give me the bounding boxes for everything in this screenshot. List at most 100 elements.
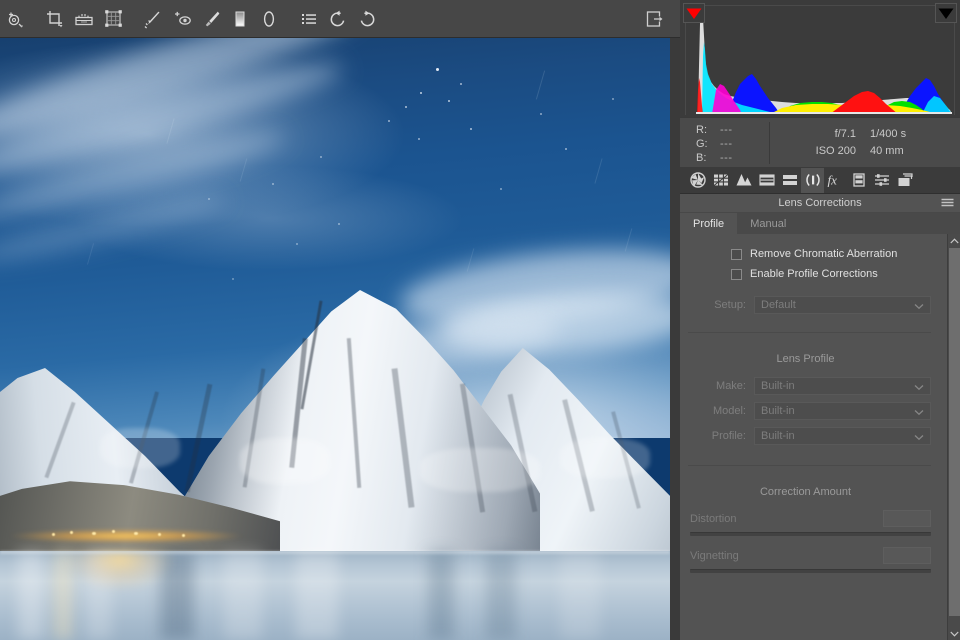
tab-tone-curve[interactable] [709, 168, 732, 193]
chevron-down-icon [914, 407, 924, 419]
profile-label: Profile: [680, 430, 754, 442]
setup-row[interactable]: Setup: Default [680, 296, 947, 314]
zoom-tool-button[interactable] [0, 5, 29, 33]
panel-subtabs: Profile Manual [680, 213, 960, 234]
profile-value: Built-in [761, 430, 795, 442]
subtab-manual[interactable]: Manual [737, 213, 799, 234]
rotate-cw-tool-button[interactable] [352, 5, 381, 33]
distortion-slider-block[interactable]: Distortion [680, 510, 947, 536]
vignetting-slider-block[interactable]: Vignetting [680, 547, 947, 573]
histogram-panel [680, 0, 960, 117]
distortion-slider-track[interactable] [690, 532, 931, 536]
hamburger-menu-icon [941, 197, 954, 209]
vignetting-slider-head: Vignetting [690, 547, 931, 564]
rgb-readout: R:--- G:--- B:--- [680, 122, 770, 164]
profile-select[interactable]: Built-in [754, 427, 931, 445]
tab-lens-corrections[interactable] [801, 168, 824, 193]
remove-chromatic-aberration-label: Remove Chromatic Aberration [750, 248, 897, 260]
healing-brush-icon [143, 9, 163, 29]
subtab-profile[interactable]: Profile [680, 213, 737, 234]
red-eye-icon [172, 9, 192, 29]
panel-menu-button[interactable] [941, 197, 954, 212]
make-value: Built-in [761, 380, 795, 392]
aperture-icon [690, 172, 706, 188]
distortion-value-field[interactable] [883, 510, 931, 527]
enable-profile-corrections-checkbox[interactable] [731, 269, 742, 280]
chevron-down-icon [950, 631, 959, 637]
split-toning-icon [782, 172, 798, 188]
brush-icon [201, 9, 221, 29]
tab-presets[interactable] [870, 168, 893, 193]
histogram-plot [686, 6, 954, 114]
chevron-down-icon [914, 432, 924, 444]
tone-curve-grid-icon [713, 172, 729, 188]
vignetting-slider-track[interactable] [690, 569, 931, 573]
rotate-ccw-tool-button[interactable] [323, 5, 352, 33]
image-canvas-area[interactable] [0, 38, 680, 640]
zoom-icon [5, 9, 25, 29]
scroll-up-button[interactable] [948, 234, 960, 247]
redeye-tool-button[interactable] [167, 5, 196, 33]
exif-line-2: ISO 200 40 mm [770, 143, 954, 160]
profile-row[interactable]: Profile: Built-in [680, 427, 947, 445]
tab-split-toning[interactable] [778, 168, 801, 193]
rgb-row-g: G:--- [696, 137, 769, 151]
tab-camera-calibration[interactable] [847, 168, 870, 193]
toolbar-gap-3 [283, 18, 294, 19]
right-panel: R:--- G:--- B:--- f/7.1 1/400 s ISO 200 … [680, 0, 960, 640]
model-select[interactable]: Built-in [754, 402, 931, 420]
rgb-label-b: B: [696, 151, 720, 165]
straighten-tool-button[interactable] [69, 5, 98, 33]
shadow-clipping-indicator[interactable] [683, 3, 705, 23]
exif-aperture: f/7.1 [804, 126, 856, 143]
rgb-row-b: B:--- [696, 151, 769, 165]
divider-lens-profile [688, 332, 931, 333]
make-select[interactable]: Built-in [754, 377, 931, 395]
setup-label: Setup: [680, 299, 754, 311]
hsl-bars-icon [759, 172, 775, 188]
village-lights [0, 525, 300, 547]
remove-chromatic-aberration-row[interactable]: Remove Chromatic Aberration [731, 248, 947, 260]
make-row[interactable]: Make: Built-in [680, 377, 947, 395]
fullscreen-icon [645, 9, 665, 29]
rgb-value-b: --- [720, 151, 733, 165]
highlight-clipping-triangle-icon [938, 8, 954, 19]
model-row[interactable]: Model: Built-in [680, 402, 947, 420]
preview-image[interactable] [0, 38, 670, 640]
tab-basic[interactable] [686, 168, 709, 193]
transform-grid-icon [103, 9, 123, 29]
straighten-icon [74, 9, 94, 29]
list-icon [299, 9, 319, 29]
panel-scrollbar[interactable] [947, 234, 960, 640]
enable-profile-corrections-row[interactable]: Enable Profile Corrections [731, 268, 947, 280]
crop-tool-button[interactable] [40, 5, 69, 33]
tab-hsl-grayscale[interactable] [755, 168, 778, 193]
fullscreen-toggle-button[interactable] [640, 5, 669, 33]
spot-removal-tool-button[interactable] [138, 5, 167, 33]
camera-raw-window: R:--- G:--- B:--- f/7.1 1/400 s ISO 200 … [0, 0, 960, 640]
preferences-tool-button[interactable] [294, 5, 323, 33]
vignetting-label: Vignetting [690, 550, 739, 562]
tab-snapshots[interactable] [893, 168, 916, 193]
adjustment-brush-tool-button[interactable] [196, 5, 225, 33]
graduated-filter-tool-button[interactable] [225, 5, 254, 33]
vignetting-value-field[interactable] [883, 547, 931, 564]
image-info-row: R:--- G:--- B:--- f/7.1 1/400 s ISO 200 … [680, 117, 960, 167]
shadow-clipping-triangle-icon [686, 8, 702, 19]
exif-readout[interactable]: f/7.1 1/400 s ISO 200 40 mm [770, 126, 960, 160]
scroll-down-button[interactable] [948, 627, 960, 640]
exif-line-1: f/7.1 1/400 s [770, 126, 954, 143]
highlight-clipping-indicator[interactable] [935, 3, 957, 23]
lens-profile-section-title: Lens Profile [680, 353, 947, 365]
setup-value: Default [761, 299, 796, 311]
tab-detail[interactable] [732, 168, 755, 193]
transform-tool-button[interactable] [98, 5, 127, 33]
setup-select[interactable]: Default [754, 296, 931, 314]
tab-effects[interactable]: fx [824, 168, 847, 193]
panel-title: Lens Corrections [778, 197, 861, 209]
scrollbar-thumb[interactable] [949, 248, 960, 616]
panel-content: Remove Chromatic Aberration Enable Profi… [680, 234, 947, 640]
remove-chromatic-aberration-checkbox[interactable] [731, 249, 742, 260]
histogram[interactable] [685, 5, 955, 115]
radial-filter-tool-button[interactable] [254, 5, 283, 33]
